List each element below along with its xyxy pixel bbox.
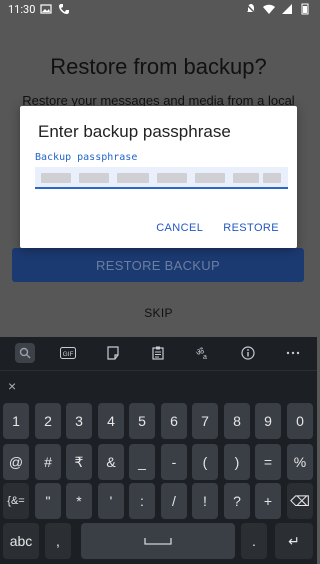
backspace-key[interactable]: ⌫ <box>287 483 313 519</box>
key[interactable]: 3 <box>66 403 92 439</box>
restore-button[interactable]: RESTORE <box>223 222 279 234</box>
key[interactable]: / <box>161 483 187 519</box>
key[interactable]: ' <box>98 483 124 519</box>
key[interactable]: - <box>161 444 187 480</box>
key[interactable]: = <box>255 444 281 480</box>
key[interactable]: _ <box>129 444 155 480</box>
info-icon[interactable] <box>238 343 258 363</box>
symbols-toggle-key[interactable]: {&= <box>3 483 29 519</box>
key[interactable]: @ <box>3 444 29 480</box>
passphrase-input[interactable] <box>35 167 288 189</box>
key[interactable]: ? <box>224 483 250 519</box>
keyboard: GIF ॐa × 1 2 3 4 5 6 7 8 9 0 @ # ₹ & _ -… <box>0 337 317 564</box>
sticker-icon[interactable] <box>103 343 123 363</box>
passphrase-label: Backup passphrase <box>35 152 138 163</box>
restore-backup-button[interactable]: RESTORE BACKUP <box>12 248 304 282</box>
clipboard-suggestion-row: × <box>0 370 317 400</box>
dialog-actions: CANCEL RESTORE <box>156 222 279 234</box>
masked-text <box>79 173 109 183</box>
skip-button[interactable]: SKIP <box>0 306 317 320</box>
key[interactable]: + <box>255 483 281 519</box>
key[interactable]: 2 <box>35 403 61 439</box>
status-time: 11:30 <box>8 3 36 16</box>
close-icon[interactable]: × <box>8 378 16 394</box>
key[interactable]: % <box>287 444 313 480</box>
key[interactable]: 9 <box>255 403 281 439</box>
key[interactable]: 7 <box>192 403 218 439</box>
search-icon[interactable] <box>15 343 35 363</box>
key[interactable]: 5 <box>129 403 155 439</box>
image-icon <box>40 4 52 14</box>
enter-key[interactable]: ↵ <box>275 523 313 559</box>
status-right-icons <box>245 3 311 15</box>
page-title: Restore from backup? <box>50 54 267 79</box>
key[interactable]: 0 <box>287 403 313 439</box>
space-key[interactable] <box>81 523 235 559</box>
key[interactable]: ) <box>224 444 250 480</box>
space-icon <box>144 538 172 545</box>
masked-text <box>157 173 187 183</box>
svg-text:GIF: GIF <box>63 351 74 358</box>
translate-icon[interactable]: ॐa <box>193 343 213 363</box>
key[interactable]: 8 <box>224 403 250 439</box>
more-icon[interactable] <box>283 343 303 363</box>
masked-text <box>41 173 71 183</box>
key[interactable]: # <box>35 444 61 480</box>
key[interactable]: 1 <box>3 403 29 439</box>
abc-key[interactable]: abc <box>3 523 39 559</box>
battery-icon <box>301 3 309 15</box>
status-left-icons <box>40 3 70 15</box>
gif-icon[interactable]: GIF <box>58 343 78 363</box>
masked-text <box>117 173 149 183</box>
dialog-title: Enter backup passphrase <box>38 122 231 141</box>
key[interactable]: ! <box>192 483 218 519</box>
passphrase-dialog: Enter backup passphrase Backup passphras… <box>20 106 297 248</box>
key[interactable]: : <box>129 483 155 519</box>
cancel-button[interactable]: CANCEL <box>156 222 203 234</box>
wifi-icon <box>263 4 275 14</box>
clipboard-icon[interactable] <box>148 343 168 363</box>
key[interactable]: 6 <box>161 403 187 439</box>
key[interactable]: ₹ <box>66 444 92 480</box>
key[interactable]: 4 <box>98 403 124 439</box>
key[interactable]: " <box>35 483 61 519</box>
call-icon <box>59 4 69 14</box>
key[interactable]: & <box>98 444 124 480</box>
key[interactable]: * <box>66 483 92 519</box>
masked-text <box>195 173 225 183</box>
keyboard-toolbar: GIF ॐa <box>0 337 317 370</box>
key[interactable]: ( <box>192 444 218 480</box>
signal-icon <box>282 4 292 14</box>
masked-text <box>233 173 259 183</box>
period-key[interactable]: . <box>241 523 267 559</box>
notifications-off-icon <box>245 3 257 15</box>
comma-key[interactable]: , <box>45 523 71 559</box>
status-bar: 11:30 <box>0 0 317 20</box>
svg-text:a: a <box>203 354 207 360</box>
masked-text <box>263 173 281 183</box>
